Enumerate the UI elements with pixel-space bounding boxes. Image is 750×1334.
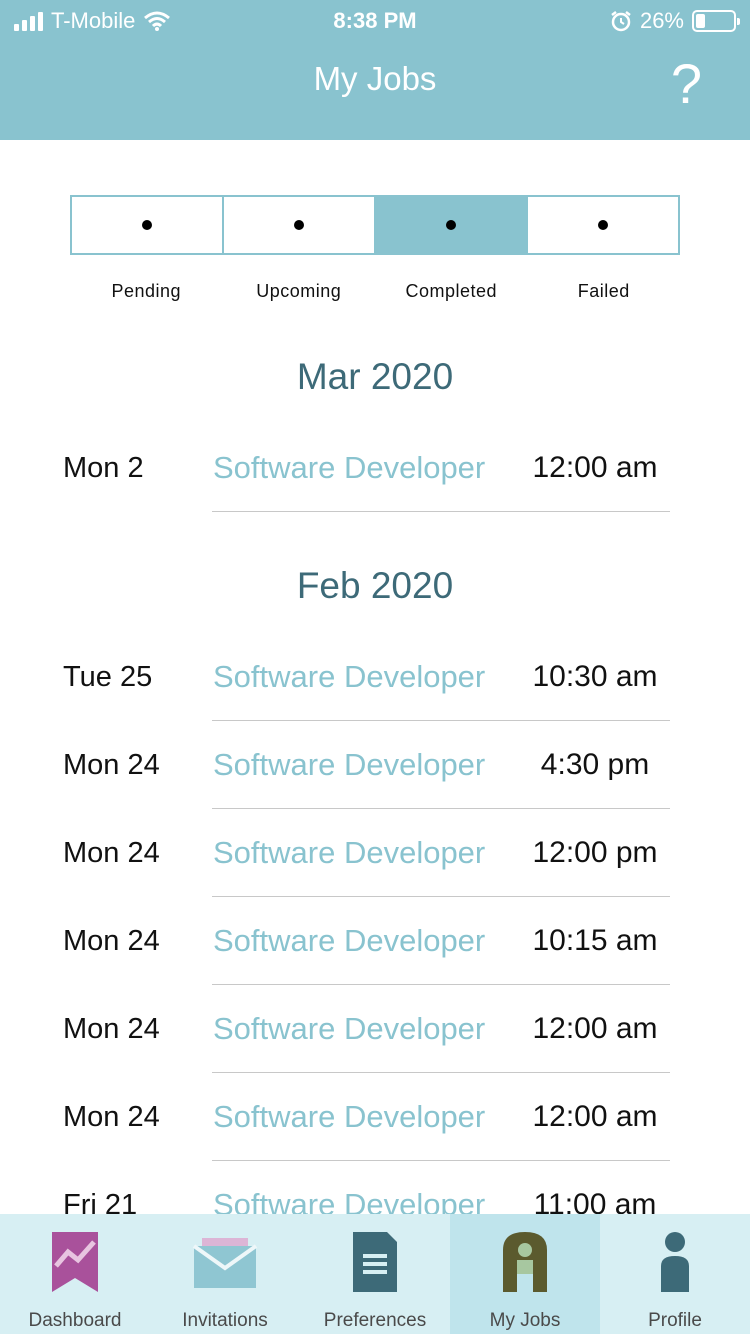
job-row[interactable]: Mon 24 Software Developer 12:00 am xyxy=(0,1073,750,1161)
battery-icon xyxy=(692,10,740,32)
job-row[interactable]: Tue 25 Software Developer 10:30 am xyxy=(0,633,750,721)
job-title-link[interactable]: Software Developer xyxy=(213,721,485,809)
job-date: Mon 24 xyxy=(63,837,160,869)
job-time: 12:00 am xyxy=(532,1012,658,1045)
job-row[interactable]: Mon 24 Software Developer 10:15 am xyxy=(0,897,750,985)
document-icon xyxy=(300,1230,450,1294)
job-row[interactable]: Mon 24 Software Developer 12:00 pm xyxy=(0,809,750,897)
segment-label-pending: Pending xyxy=(111,281,182,301)
tab-invitations[interactable]: Invitations xyxy=(150,1214,300,1334)
tab-preferences[interactable]: Preferences xyxy=(300,1214,450,1334)
tab-profile[interactable]: Profile xyxy=(600,1214,750,1334)
segment-dot xyxy=(598,220,608,230)
tab-label: Dashboard xyxy=(28,1310,122,1331)
envelope-icon xyxy=(150,1230,300,1294)
job-title-link[interactable]: Software Developer xyxy=(213,633,485,721)
job-title-link[interactable]: Software Developer xyxy=(213,1073,485,1161)
job-date: Mon 24 xyxy=(63,749,160,781)
job-row[interactable]: Mon 2 Software Developer 12:00 am xyxy=(0,424,750,512)
month-section: Feb 2020 Tue 25 Software Developer 10:30… xyxy=(0,539,750,1214)
job-title-link[interactable]: Software Developer xyxy=(213,985,485,1073)
segment-label-upcoming: Upcoming xyxy=(256,281,342,301)
job-time: 12:00 pm xyxy=(532,836,658,869)
battery-fill xyxy=(696,14,706,28)
job-date: Mon 2 xyxy=(63,452,144,484)
jobs-list[interactable]: Mar 2020 Mon 2 Software Developer 12:00 … xyxy=(0,330,750,1214)
job-date: Mon 24 xyxy=(63,925,160,957)
job-row[interactable]: Mon 24 Software Developer 4:30 pm xyxy=(0,721,750,809)
tab-label: Profile xyxy=(648,1310,702,1331)
segment-pending[interactable] xyxy=(72,197,224,253)
job-date: Tue 25 xyxy=(63,661,153,693)
job-row[interactable]: Fri 21 Software Developer 11:00 am xyxy=(0,1161,750,1214)
segment-labels: Pending Upcoming Completed Failed xyxy=(70,281,680,302)
tab-label: My Jobs xyxy=(489,1310,561,1331)
segment-dot xyxy=(294,220,304,230)
status-segmented-control xyxy=(70,195,680,255)
job-time: 10:15 am xyxy=(532,924,658,957)
job-date: Mon 24 xyxy=(63,1013,160,1045)
dashboard-icon xyxy=(0,1230,150,1294)
status-bar: T-Mobile 8:38 PM 26% xyxy=(0,0,750,40)
job-time: 12:00 am xyxy=(532,1100,658,1133)
month-header: Mar 2020 xyxy=(296,356,454,397)
month-header: Feb 2020 xyxy=(296,565,454,606)
my-jobs-icon xyxy=(450,1230,600,1294)
row-divider xyxy=(212,511,670,512)
job-title-link[interactable]: Software Developer xyxy=(213,897,485,985)
segment-completed[interactable] xyxy=(376,197,528,253)
job-time: 4:30 pm xyxy=(540,748,650,781)
job-title-link[interactable]: Software Developer xyxy=(213,809,485,897)
battery-percent: 26% xyxy=(639,8,684,33)
tab-label: Preferences xyxy=(323,1310,427,1331)
help-button[interactable]: ? xyxy=(671,54,702,114)
status-right: 26% xyxy=(610,8,740,34)
bottom-tab-bar: Dashboard Invitations Preferences My Job… xyxy=(0,1214,750,1334)
segment-label-completed: Completed xyxy=(405,281,498,301)
segment-label-failed: Failed xyxy=(577,281,630,301)
job-time: 11:00 am xyxy=(533,1188,657,1214)
app-header: T-Mobile 8:38 PM 26% My Jobs ? xyxy=(0,0,750,140)
segment-upcoming[interactable] xyxy=(224,197,376,253)
person-icon xyxy=(600,1230,750,1294)
tab-dashboard[interactable]: Dashboard xyxy=(0,1214,150,1334)
month-section: Mar 2020 Mon 2 Software Developer 12:00 … xyxy=(0,330,750,512)
segment-dot xyxy=(446,220,456,230)
job-time: 10:30 am xyxy=(532,660,658,693)
tab-my-jobs[interactable]: My Jobs xyxy=(450,1214,600,1334)
job-date: Mon 24 xyxy=(63,1101,160,1133)
tab-label: Invitations xyxy=(182,1310,268,1331)
page-title: My Jobs xyxy=(313,60,437,97)
segment-dot xyxy=(142,220,152,230)
job-title-link[interactable]: Software Developer xyxy=(213,424,485,512)
job-row[interactable]: Mon 24 Software Developer 12:00 am xyxy=(0,985,750,1073)
job-title-link[interactable]: Software Developer xyxy=(213,1161,485,1214)
alarm-icon xyxy=(611,11,631,32)
job-date: Fri 21 xyxy=(63,1189,138,1214)
job-time: 12:00 am xyxy=(532,451,658,484)
segment-failed[interactable] xyxy=(528,197,678,253)
